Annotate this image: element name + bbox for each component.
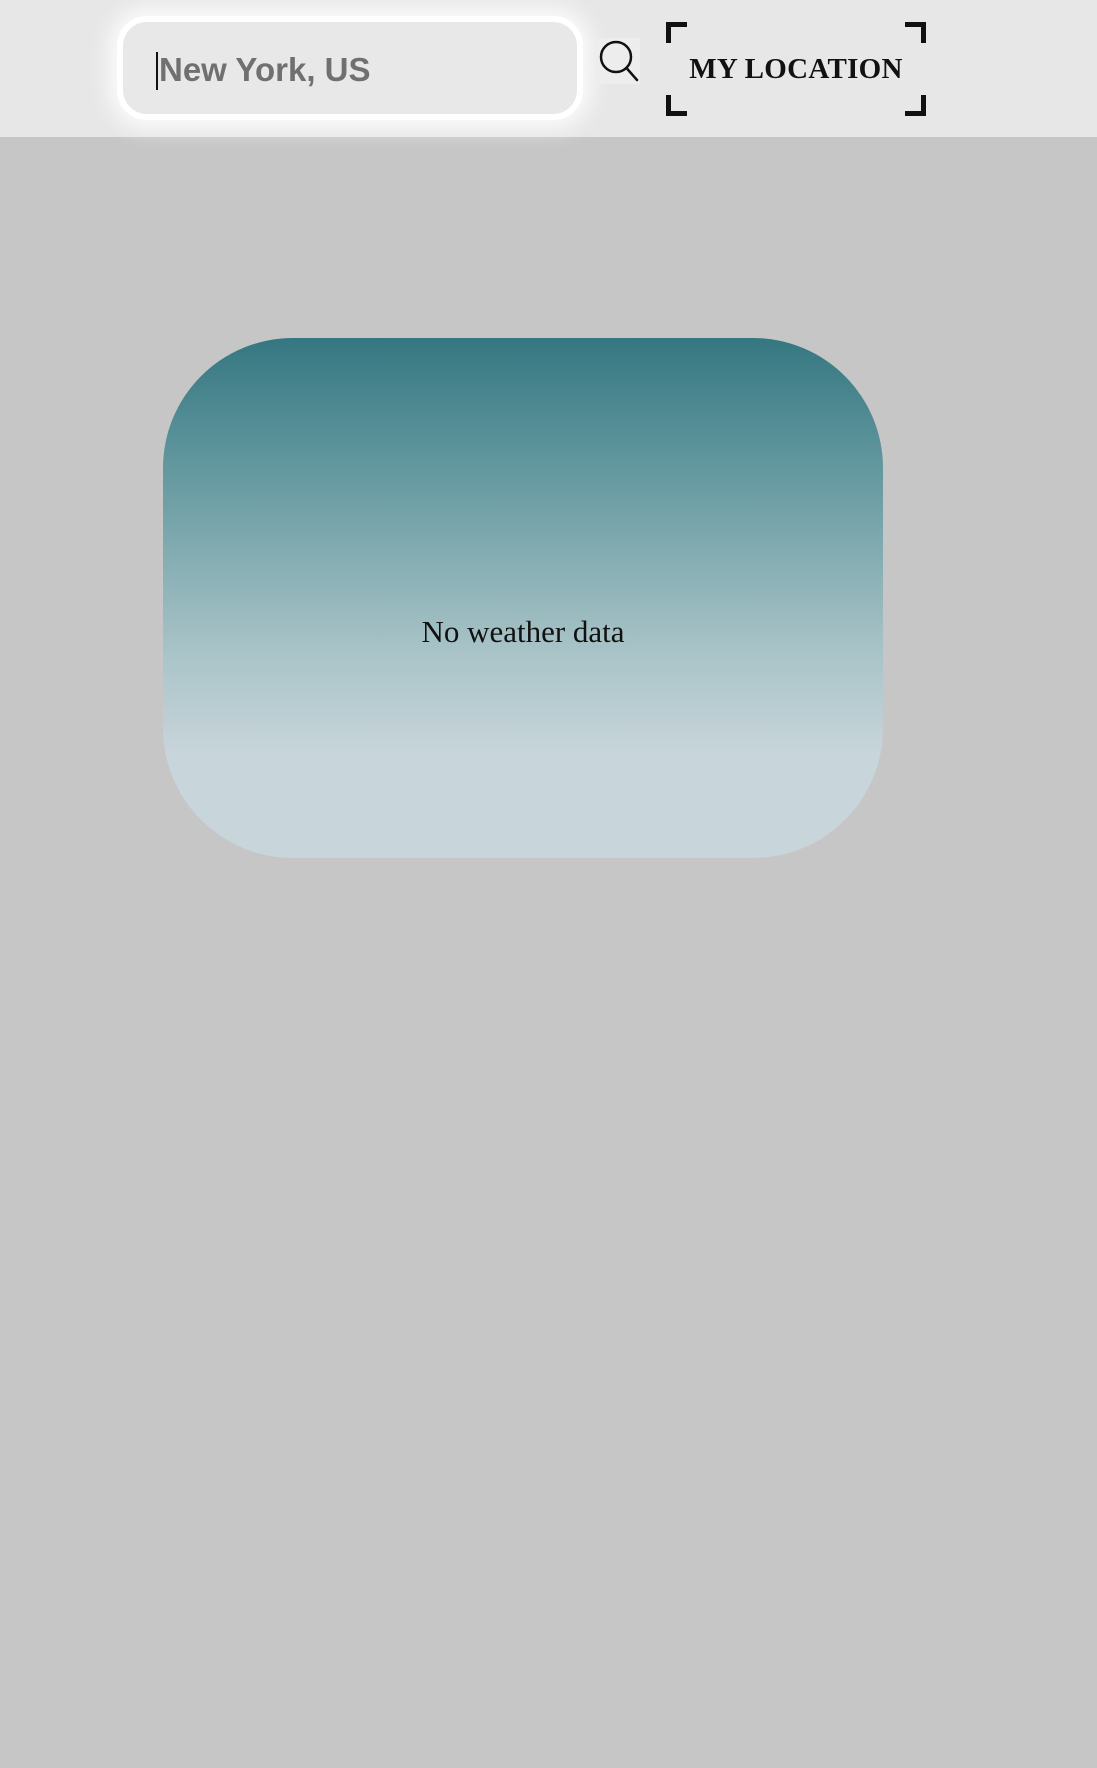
weather-card: No weather data — [163, 338, 883, 858]
my-location-label: MY LOCATION — [689, 53, 903, 85]
header-bar: New York, US MY LOCATION — [0, 0, 1097, 137]
search-button[interactable] — [596, 38, 640, 84]
search-box[interactable]: New York, US — [117, 16, 583, 120]
text-cursor — [156, 52, 158, 90]
search-input[interactable]: New York, US — [159, 50, 371, 90]
my-location-button[interactable]: MY LOCATION — [666, 22, 926, 116]
no-weather-message: No weather data — [421, 614, 625, 649]
search-icon — [599, 40, 639, 82]
